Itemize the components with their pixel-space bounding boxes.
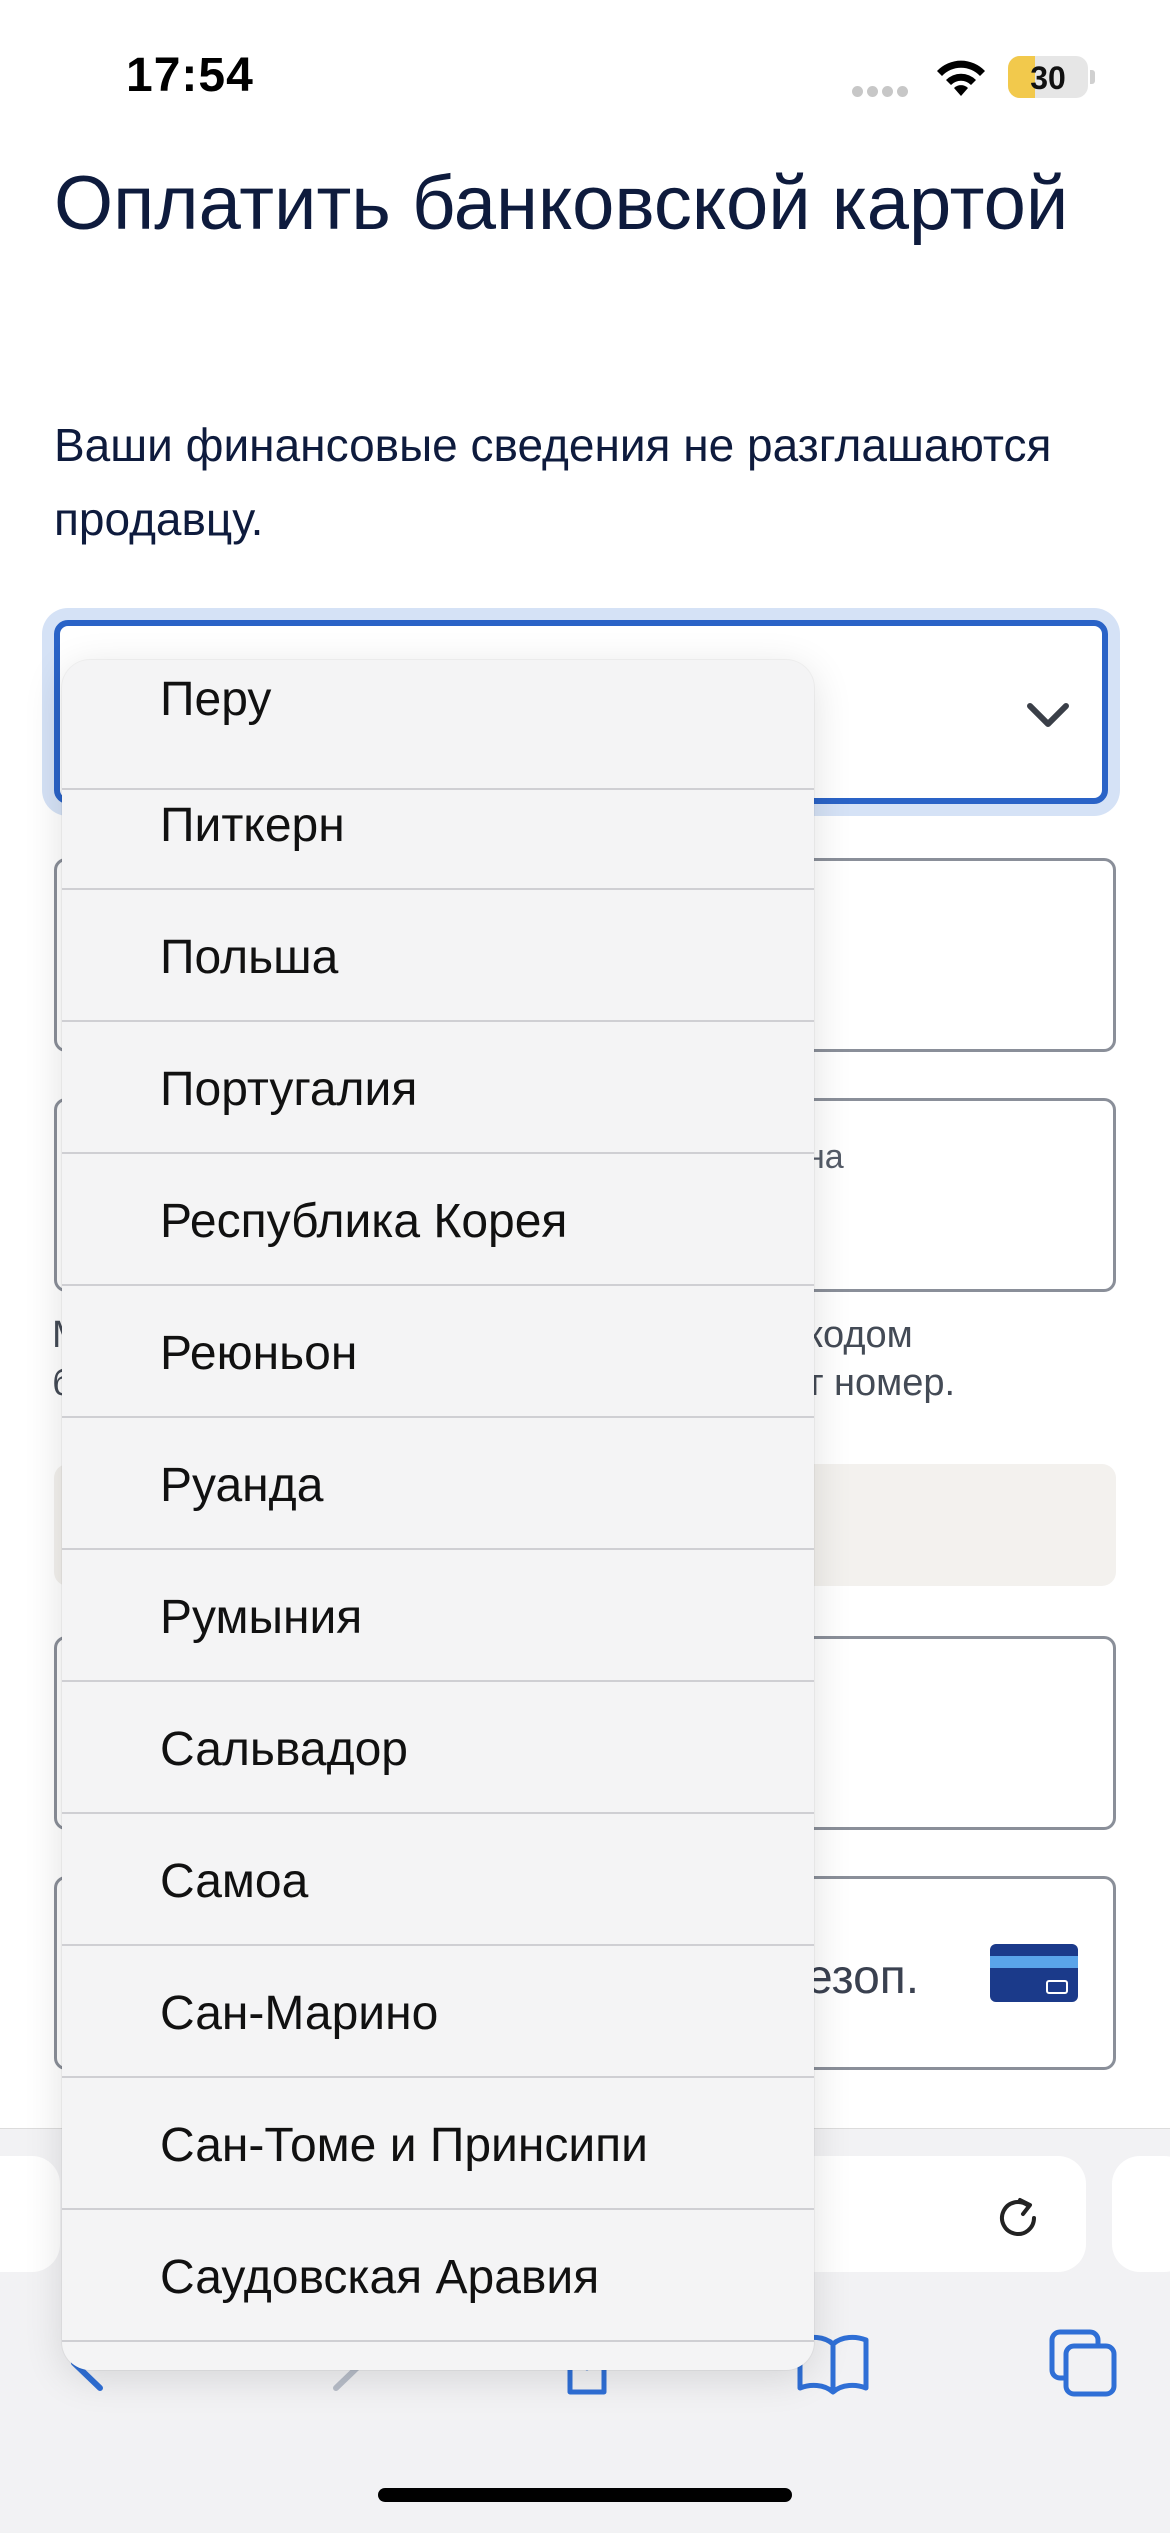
dropdown-option[interactable]: Питкерн [62,760,814,890]
country-dropdown: Перу Питкерн Польша Португалия Республик… [62,660,814,2370]
dropdown-option[interactable]: Португалия [62,1024,814,1154]
dropdown-option[interactable]: Реюньон [62,1288,814,1418]
card-field-label: езоп. [806,1951,920,2004]
chevron-down-icon [1027,703,1069,727]
reload-icon[interactable] [990,2190,1046,2246]
battery-icon: 30 [1008,56,1088,98]
page-subtitle: Ваши финансовые сведения не разглашаются… [54,419,1052,545]
cellular-signal-icon [852,84,912,97]
address-bar-left[interactable] [0,2156,60,2272]
phone-hint-end-2: т номер. [806,1362,956,1404]
battery-level: 30 [1030,60,1066,96]
dropdown-option[interactable]: Польша [62,892,814,1022]
home-indicator [378,2488,792,2502]
status-time: 17:54 [126,49,254,102]
dropdown-option[interactable]: Самоа [62,1816,814,1946]
tabs-icon[interactable] [1044,2328,1122,2398]
phone-hint-end: кодом [806,1314,913,1356]
dropdown-option[interactable]: Румыния [62,1552,814,1682]
battery-tip [1090,70,1095,84]
page-title: Оплатить банковской картой [54,161,1069,246]
dropdown-option[interactable]: Руанда [62,1420,814,1550]
dropdown-option[interactable]: Саудовская Аравия [62,2212,814,2342]
dropdown-option[interactable]: Сальвадор [62,1684,814,1814]
credit-card-icon [990,1944,1078,2002]
wifi-icon [937,60,985,96]
dropdown-option[interactable]: Сан-Томе и Принсипи [62,2080,814,2210]
dropdown-option[interactable]: Сан-Марино [62,1948,814,2078]
address-bar-right[interactable] [1112,2156,1170,2272]
dropdown-option[interactable]: Республика Корея [62,1156,814,1286]
